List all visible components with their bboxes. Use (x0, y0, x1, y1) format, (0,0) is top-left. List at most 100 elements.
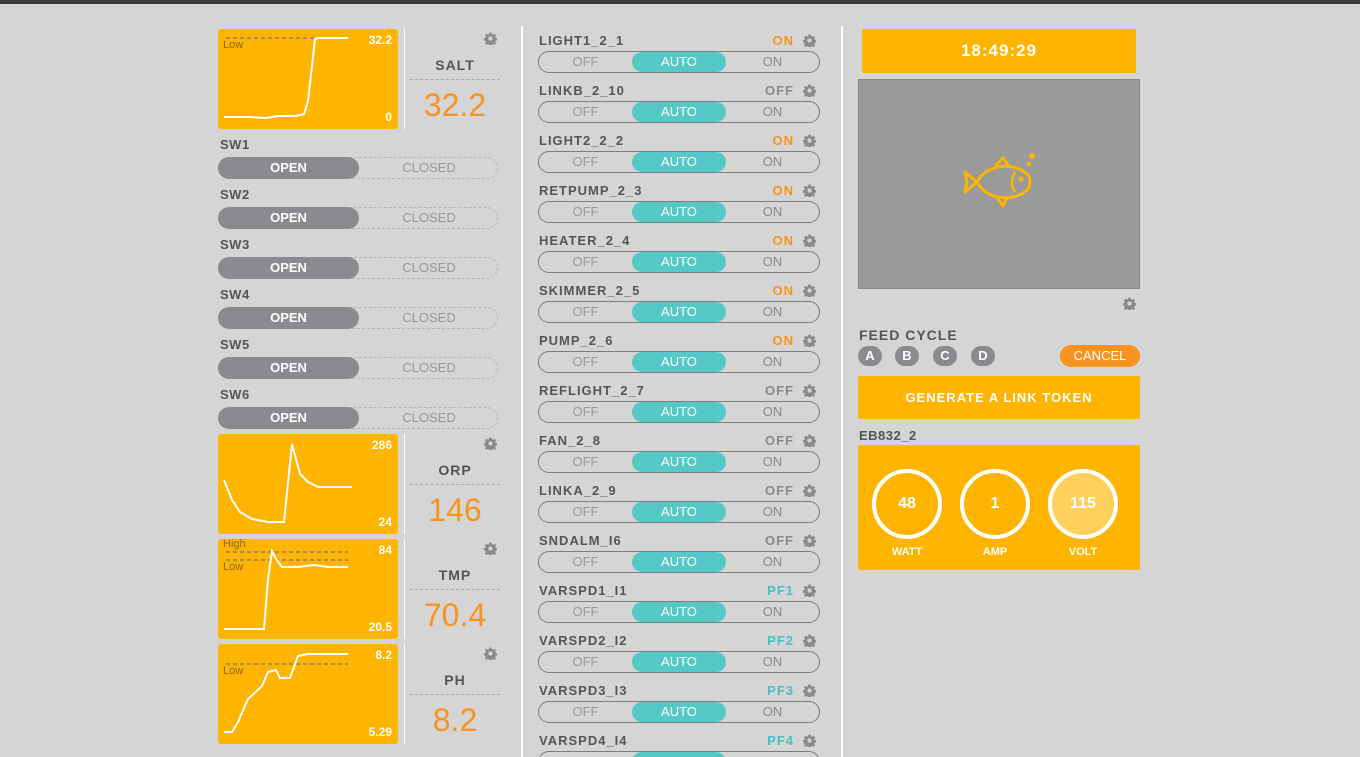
mode-auto-button[interactable]: AUTO (632, 302, 726, 322)
switch-open-button[interactable]: OPEN (218, 407, 359, 429)
outlet-state: OFF (765, 483, 794, 498)
mode-off-button[interactable]: OFF (539, 702, 632, 722)
mode-auto-button[interactable]: AUTO (632, 202, 726, 222)
gear-icon[interactable] (803, 684, 816, 702)
switch-closed-button[interactable]: CLOSED (359, 207, 499, 229)
gear-icon[interactable] (803, 184, 816, 202)
mode-on-button[interactable]: ON (726, 502, 819, 522)
feed-c-button[interactable]: C (933, 346, 957, 366)
gear-icon[interactable] (803, 84, 816, 102)
mode-off-button[interactable]: OFF (539, 652, 632, 672)
gear-icon[interactable] (803, 634, 816, 652)
probe-orp[interactable]: 286 24 ORP 146 (218, 434, 500, 534)
gear-icon[interactable] (803, 584, 816, 602)
mode-off-button[interactable]: OFF (539, 202, 632, 222)
gear-icon[interactable] (484, 647, 497, 665)
gear-icon[interactable] (803, 134, 816, 152)
switch-name: SW2 (220, 187, 250, 202)
switch-sw6: SW6 OPEN CLOSED (218, 387, 500, 429)
gear-icon[interactable] (484, 32, 497, 50)
mode-on-button[interactable]: ON (726, 702, 819, 722)
mode-auto-button[interactable]: AUTO (632, 402, 726, 422)
outlet-state: ON (772, 33, 794, 48)
generate-link-token-button[interactable]: GENERATE A LINK TOKEN (858, 376, 1140, 419)
feed-a-button[interactable]: A (858, 346, 882, 366)
mode-off-button[interactable]: OFF (539, 52, 632, 72)
mode-off-button[interactable]: OFF (539, 502, 632, 522)
switch-open-button[interactable]: OPEN (218, 357, 359, 379)
mode-off-button[interactable]: OFF (539, 102, 632, 122)
switch-closed-button[interactable]: CLOSED (359, 357, 499, 379)
gear-icon[interactable] (803, 34, 816, 52)
mode-on-button[interactable]: ON (726, 402, 819, 422)
gear-icon[interactable] (803, 284, 816, 302)
mode-auto-button[interactable]: AUTO (632, 152, 726, 172)
amp-gauge: 1 (960, 469, 1030, 539)
mode-auto-button[interactable]: AUTO (632, 102, 726, 122)
switch-open-button[interactable]: OPEN (218, 257, 359, 279)
mode-on-button[interactable]: ON (726, 252, 819, 272)
mode-off-button[interactable]: OFF (539, 302, 632, 322)
mode-auto-button[interactable]: AUTO (632, 652, 726, 672)
switch-open-button[interactable]: OPEN (218, 157, 359, 179)
mode-off-button[interactable]: OFF (539, 352, 632, 372)
outlet-varspd2-i2: VARSPD2_I2 PF2 OFF AUTO ON (538, 631, 820, 673)
switch-closed-button[interactable]: CLOSED (359, 307, 499, 329)
mode-off-button[interactable]: OFF (539, 552, 632, 572)
feed-d-button[interactable]: D (971, 346, 995, 366)
mode-off-button[interactable]: OFF (539, 602, 632, 622)
mode-auto-button[interactable]: AUTO (632, 502, 726, 522)
mode-on-button[interactable]: ON (726, 452, 819, 472)
watt-gauge: 48 (872, 469, 942, 539)
gear-icon[interactable] (803, 484, 816, 502)
gear-icon[interactable] (803, 234, 816, 252)
switch-closed-button[interactable]: CLOSED (359, 157, 499, 179)
gear-icon[interactable] (1123, 297, 1136, 315)
mode-off-button[interactable]: OFF (539, 452, 632, 472)
mode-auto-button[interactable]: AUTO (632, 552, 726, 572)
graph-max: 32.2 (368, 33, 392, 47)
mode-auto-button[interactable]: AUTO (632, 352, 726, 372)
outlet-state: OFF (765, 83, 794, 98)
mode-on-button[interactable]: ON (726, 102, 819, 122)
switch-closed-button[interactable]: CLOSED (359, 407, 499, 429)
gear-icon[interactable] (803, 384, 816, 402)
mode-auto-button[interactable]: AUTO (632, 252, 726, 272)
mode-on-button[interactable]: ON (726, 602, 819, 622)
mode-on-button[interactable]: ON (726, 552, 819, 572)
gear-icon[interactable] (803, 734, 816, 752)
switch-closed-button[interactable]: CLOSED (359, 257, 499, 279)
switch-open-button[interactable]: OPEN (218, 307, 359, 329)
mode-auto-button[interactable]: AUTO (632, 752, 726, 757)
graph-max: 286 (371, 438, 392, 452)
mode-off-button[interactable]: OFF (539, 752, 632, 757)
mode-on-button[interactable]: ON (726, 752, 819, 757)
mode-on-button[interactable]: ON (726, 352, 819, 372)
probe-salt[interactable]: Low 32.2 0 SALT 32.2 (218, 29, 500, 129)
gear-icon[interactable] (484, 437, 497, 455)
probe-ph[interactable]: Low 8.2 5.29 PH 8.2 (218, 644, 500, 744)
mode-on-button[interactable]: ON (726, 652, 819, 672)
mode-on-button[interactable]: ON (726, 202, 819, 222)
mode-auto-button[interactable]: AUTO (632, 52, 726, 72)
outlet-mode-toggle: OFFAUTOON (538, 51, 820, 73)
mode-off-button[interactable]: OFF (539, 252, 632, 272)
gear-icon[interactable] (803, 534, 816, 552)
switch-open-button[interactable]: OPEN (218, 207, 359, 229)
feed-b-button[interactable]: B (895, 346, 919, 366)
mode-on-button[interactable]: ON (726, 152, 819, 172)
mode-on-button[interactable]: ON (726, 302, 819, 322)
gear-icon[interactable] (803, 434, 816, 452)
probe-tmp[interactable]: High Low 84 20.5 TMP 70.4 (218, 538, 500, 639)
mode-off-button[interactable]: OFF (539, 152, 632, 172)
outlet-name: VARSPD2_I2 (539, 633, 628, 648)
mode-on-button[interactable]: ON (726, 52, 819, 72)
outlet-mode-toggle: OFFAUTOON (538, 251, 820, 273)
mode-auto-button[interactable]: AUTO (632, 452, 726, 472)
gear-icon[interactable] (484, 542, 497, 560)
mode-auto-button[interactable]: AUTO (632, 702, 726, 722)
mode-off-button[interactable]: OFF (539, 402, 632, 422)
gear-icon[interactable] (803, 334, 816, 352)
mode-auto-button[interactable]: AUTO (632, 602, 726, 622)
feed-cancel-button[interactable]: CANCEL (1060, 345, 1140, 367)
